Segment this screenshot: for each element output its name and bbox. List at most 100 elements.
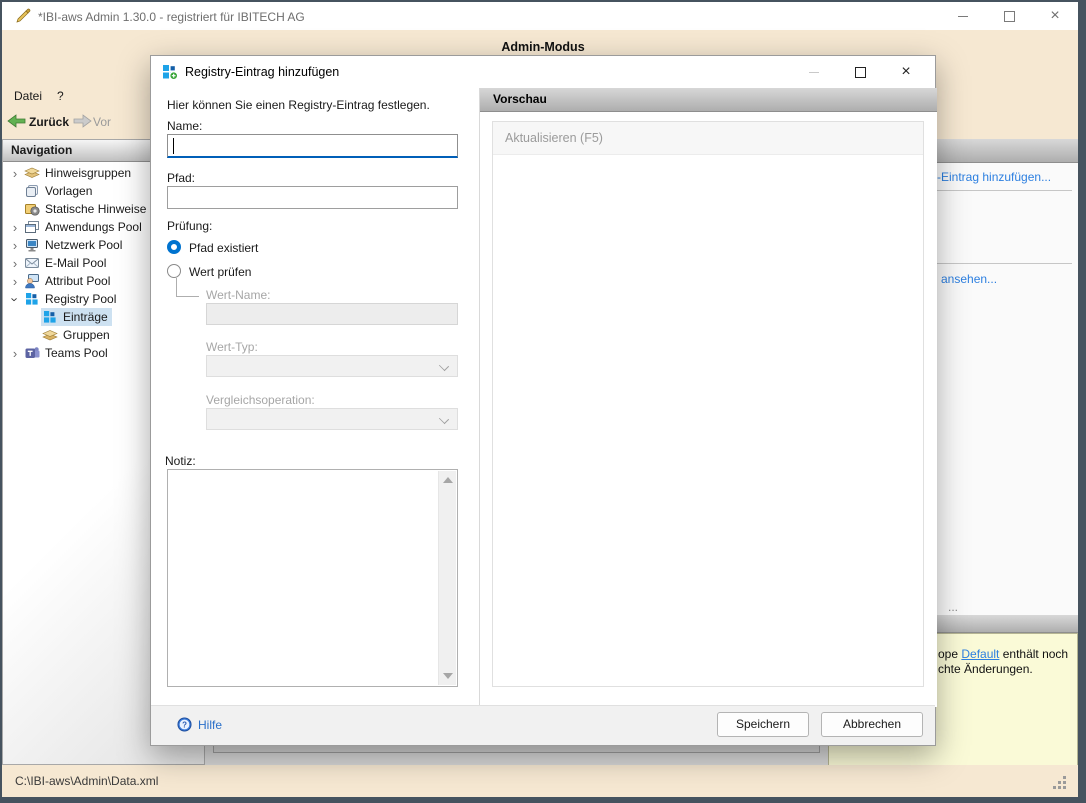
vergleichsoperation-dropdown-disabled [206,408,458,430]
forward-button[interactable]: Vor [93,115,111,129]
eintraege-icon [42,309,58,325]
text-caret [173,138,174,154]
dialog-title: Registry-Eintrag hinzufügen [185,65,339,79]
preview-box: Aktualisieren (F5) [492,121,924,687]
resize-grip-icon[interactable] [1053,776,1066,789]
pfad-label: Pfad: [167,171,195,185]
close-button[interactable]: × [1032,2,1078,30]
tree-item-label: Einträge [63,310,108,324]
dialog-intro: Hier können Sie einen Registry-Eintrag f… [167,98,430,112]
tree-item-label: Anwendungs Pool [45,220,142,234]
tree-item-label: Statische Hinweise [45,202,146,216]
notice-line1-prefix: ope [938,647,961,661]
maximize-icon [855,67,866,78]
tree-item-label: Attribut Pool [45,274,110,288]
tree-item-label: Vorlagen [45,184,92,198]
hinweisgruppen-icon [24,165,40,181]
pruefung-label: Prüfung: [167,219,212,233]
status-bar: C:\IBI-aws\Admin\Data.xml [2,765,1078,797]
statische-hinweise-icon [24,201,40,217]
window-title: *IBI-aws Admin 1.30.0 - registriert für … [38,10,305,24]
tree-item-label: Gruppen [63,328,110,342]
task-link-view[interactable]: ansehen... [941,272,997,286]
refresh-button[interactable]: Aktualisieren (F5) [493,122,923,155]
wert-name-label: Wert-Name: [206,288,270,302]
status-bar-path: C:\IBI-aws\Admin\Data.xml [15,774,158,788]
preview-header: Vorschau [480,88,937,112]
dialog-titlebar: Registry-Eintrag hinzufügen × [151,56,935,88]
cancel-button[interactable]: Abbrechen [821,712,923,737]
truncated-text: ... [948,600,958,614]
tree-item-label: Teams Pool [45,346,108,360]
radio-pfad-existiert-label[interactable]: Pfad existiert [189,241,258,255]
wert-typ-dropdown-disabled [206,355,458,377]
scroll-up-icon[interactable] [443,477,453,483]
close-icon: × [1050,8,1059,24]
notiz-textarea[interactable] [167,469,458,687]
expander-icon[interactable]: › [7,275,23,288]
expander-icon[interactable]: › [7,347,23,360]
attribut-pool-icon [24,273,40,289]
help-icon: ? [177,717,192,732]
tree-connector-line [176,278,199,297]
registry-pool-icon [24,291,40,307]
netzwerk-pool-icon [24,237,40,253]
vorlagen-icon [24,183,40,199]
forward-icon [72,113,92,129]
tree-item-label: Hinweisgruppen [45,166,131,180]
wert-name-input-disabled [206,303,458,325]
task-link-add-entry[interactable]: -Eintrag hinzufügen... [937,170,1051,184]
scroll-down-icon[interactable] [443,673,453,679]
email-pool-icon [24,255,40,271]
notice-text: ope Default enthält noch chte Änderungen… [938,647,1073,677]
menu-datei[interactable]: Datei [14,89,42,103]
notiz-label: Notiz: [165,454,196,468]
minimize-icon [958,16,968,17]
minimize-button[interactable] [940,2,986,30]
help-link[interactable]: ? Hilfe [177,717,222,732]
radio-wert-pruefen[interactable] [167,264,181,278]
notice-line1-suffix: enthält noch [999,647,1068,661]
task-separator [937,190,1072,191]
minimize-icon [809,72,819,73]
expander-icon[interactable]: › [7,257,23,270]
admin-mode-banner: Admin-Modus [0,40,1086,54]
maximize-button[interactable] [986,2,1032,30]
dialog-maximize-button[interactable] [837,58,883,86]
name-input[interactable] [167,134,458,158]
chevron-down-icon [439,361,449,371]
expander-icon[interactable]: › [9,291,22,307]
screen: *IBI-aws Admin 1.30.0 - registriert für … [0,0,1086,803]
vergleichsoperation-label: Vergleichsoperation: [206,393,315,407]
radio-pfad-existiert[interactable] [167,240,181,254]
anwendungs-pool-icon [24,219,40,235]
close-icon: × [901,64,910,80]
dialog-minimize-button[interactable] [791,58,837,86]
expander-icon[interactable]: › [7,221,23,234]
tree-item-label: Netzwerk Pool [45,238,122,252]
registry-entry-dialog: Registry-Eintrag hinzufügen × Hier könne… [150,55,936,746]
dialog-footer: ? Hilfe Speichern Abbrechen [151,705,935,745]
teams-pool-icon [24,345,40,361]
radio-wert-pruefen-label[interactable]: Wert prüfen [189,265,251,279]
notiz-scrollbar[interactable] [438,471,456,685]
tree-item-label: E-Mail Pool [45,256,106,270]
name-label: Name: [167,119,202,133]
help-link-label: Hilfe [198,718,222,732]
chevron-down-icon [439,414,449,424]
registry-add-icon [162,64,178,80]
notice-default-link[interactable]: Default [961,647,999,661]
task-separator [937,263,1072,264]
maximize-icon [1004,11,1015,22]
back-icon[interactable] [7,113,27,129]
back-button[interactable]: Zurück [29,115,69,129]
pfad-input[interactable] [167,186,458,209]
expander-icon[interactable]: › [7,167,23,180]
tree-item-label: Registry Pool [45,292,116,306]
menu-help[interactable]: ? [57,89,64,103]
save-button[interactable]: Speichern [717,712,809,737]
expander-icon[interactable]: › [7,239,23,252]
gruppen-icon [42,327,58,343]
dialog-close-button[interactable]: × [883,58,929,86]
app-icon [15,8,31,24]
